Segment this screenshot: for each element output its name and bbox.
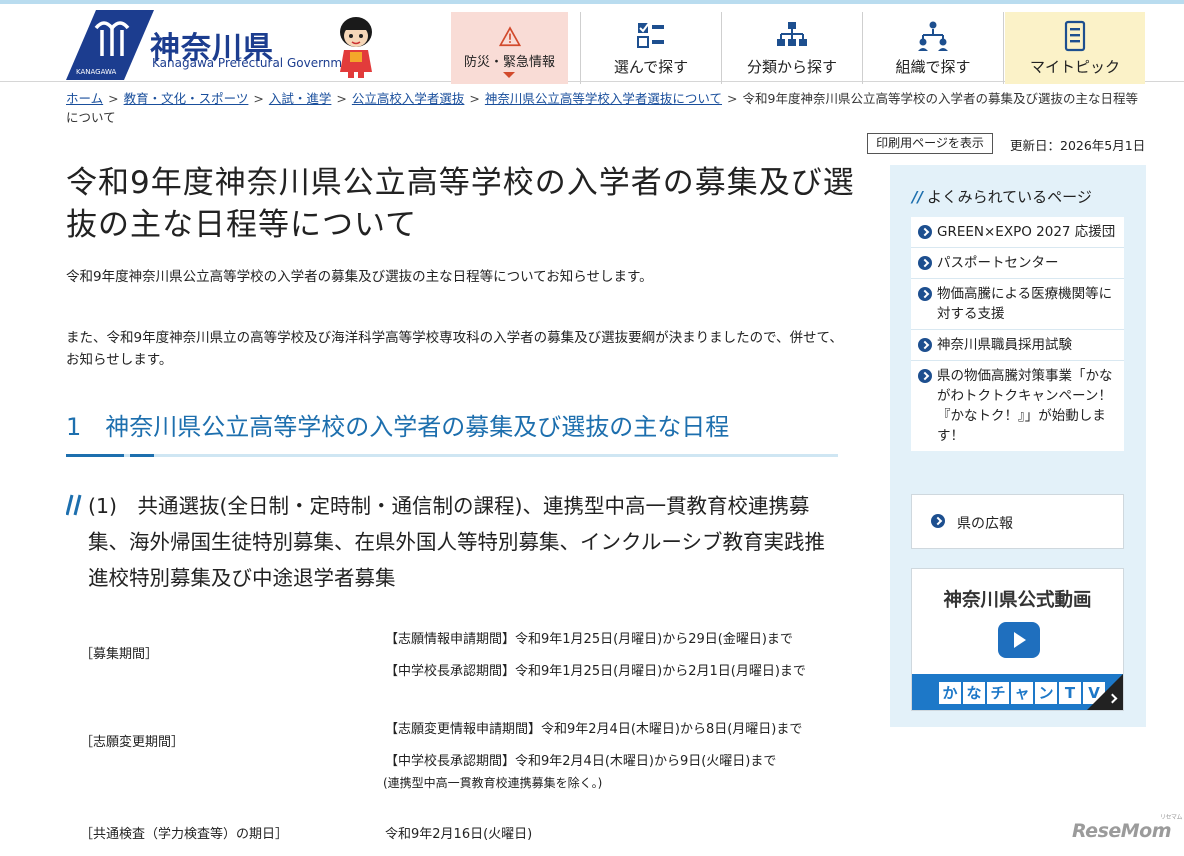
mascot-icon [340, 17, 372, 78]
popular-item-medical-support[interactable]: 物価高騰による医療機関等に対する支援 [911, 279, 1124, 330]
tv-logo-char: チ [987, 682, 1009, 704]
nav-organization-label: 組織で探す [895, 57, 971, 76]
double-slash-icon: // [912, 188, 923, 206]
breadcrumb-link-kanagawa-hs-selection[interactable]: 神奈川県公立高等学校入学者選抜について [485, 91, 722, 106]
logo-en-text: Kanagawa Prefectural Government [152, 56, 362, 70]
section-heading-underline [66, 454, 838, 457]
breadcrumb: ホーム > 教育・文化・スポーツ > 入試・進学 > 公立高校入学者選抜 > 神奈川県公立高等学… [66, 91, 1138, 125]
schedule-value-application-1: 【志願情報申請期間】令和9年1月25日(月曜日)から29日(金曜日)まで [385, 632, 793, 647]
lead-paragraph-1: 令和9年度神奈川県公立高等学校の入学者の募集及び選抜の主な日程等についてお知らせ… [66, 269, 653, 285]
play-button-icon [998, 622, 1040, 658]
pr-magazine-label: 県の広報 [957, 516, 1013, 532]
chevron-circle-icon [918, 369, 932, 383]
site-header: KANAGAWA 神奈川県 Kanagawa Prefectural Gover… [0, 0, 1184, 84]
nav-my-topic[interactable]: マイトピック [1005, 12, 1145, 84]
pr-magazine-link[interactable]: 県の広報 [911, 494, 1124, 549]
popular-pages-heading: //よくみられているページ [912, 186, 1092, 207]
breadcrumb-link-education[interactable]: 教育・文化・スポーツ [124, 91, 249, 106]
official-video-banner[interactable]: 神奈川県公式動画 か な チ ャ ン T V [911, 568, 1124, 711]
breadcrumb-link-entrance-exam[interactable]: 入試・進学 [269, 91, 332, 106]
schedule-value-change-2: 【中学校長承認期間】令和9年2月4日(木曜日)から9日(火曜日)まで [385, 754, 777, 769]
dropdown-arrow-icon [503, 72, 515, 78]
warning-icon [498, 26, 521, 47]
schedule-note-change: (連携型中高一貫教育校連携募集を除く。) [383, 776, 603, 790]
popular-item-label: 神奈川県職員採用試験 [937, 337, 1072, 353]
popular-item-kanatoku[interactable]: 県の物価高騰対策事業「かながわトクトクキャンペーン！『かなトク！』」が始動します… [911, 361, 1124, 451]
section-heading-1: 1 神奈川県公立高等学校の入学者の募集及び選抜の主な日程 [66, 409, 838, 457]
chevron-circle-icon [931, 514, 945, 528]
popular-pages-heading-text: よくみられているページ [926, 188, 1092, 206]
nav-category-label: 分類から探す [746, 57, 837, 76]
bookmark-list-icon [1064, 20, 1086, 51]
popular-item-label: GREEN×EXPO 2027 応援団 [937, 224, 1116, 240]
nav-disaster-info[interactable]: 防災・緊急情報 [451, 12, 568, 84]
schedule-label-change: ［志願変更期間］ [80, 735, 185, 750]
tv-logo-char: か [939, 682, 961, 704]
chevron-circle-icon [918, 287, 932, 301]
popular-item-label: 物価高騰による医療機関等に対する支援 [937, 286, 1113, 322]
print-page-button[interactable]: 印刷用ページを表示 [867, 133, 993, 154]
tv-logo-char: T [1059, 682, 1081, 704]
popular-item-passport[interactable]: パスポートセンター [911, 248, 1124, 279]
nav-my-topic-label: マイトピック [1029, 57, 1120, 76]
schedule-label-exam-date: ［共通検査（学力検査等）の期日］ [80, 827, 289, 842]
chevron-circle-icon [918, 256, 932, 270]
organization-icon [918, 21, 948, 51]
tv-logo-char: な [963, 682, 985, 704]
subsection-heading-1-text: (1) 共通選抜(全日制・定時制・通信制の課程)、連携型中高一貫教育校連携募集、… [88, 494, 825, 590]
category-tree-icon [777, 21, 807, 46]
popular-item-green-expo[interactable]: GREEN×EXPO 2027 応援団 [911, 217, 1124, 248]
page-title: 令和9年度神奈川県公立高等学校の入学者の募集及び選抜の主な日程等について [66, 165, 855, 243]
lead-paragraph-2: また、令和9年度神奈川県立の高等学校及び海洋科学高等学校専攻科の入学者の募集及び… [66, 330, 843, 368]
logo-mark-text: KANAGAWA [76, 68, 117, 76]
nav-select-label: 選んで探す [613, 57, 689, 76]
breadcrumb-link-home[interactable]: ホーム [66, 91, 103, 106]
popular-item-label: パスポートセンター [937, 255, 1059, 271]
schedule-label-application: ［募集期間］ [80, 647, 159, 662]
nav-disaster-label: 防災・緊急情報 [463, 55, 555, 70]
double-slash-icon [66, 494, 82, 516]
schedule-value-exam-date: 令和9年2月16日(火曜日) [385, 827, 533, 842]
kanachan-tv-logo: か な チ ャ ン T V [939, 682, 1105, 704]
tv-logo-char: ャ [1011, 682, 1033, 704]
nav-select-search[interactable]: 選んで探す [580, 12, 722, 84]
kanagawa-logo-icon: KANAGAWA [66, 10, 154, 80]
watermark-subtext: リセマム [1160, 814, 1183, 821]
breadcrumb-link-public-hs-selection[interactable]: 公立高校入学者選抜 [352, 91, 465, 106]
nav-category-search[interactable]: 分類から探す [722, 12, 863, 84]
popular-item-label: 県の物価高騰対策事業「かながわトクトクキャンペーン！『かなトク！』」が始動します… [937, 368, 1113, 444]
section-heading-1-text: 1 神奈川県公立高等学校の入学者の募集及び選抜の主な日程 [66, 413, 730, 441]
popular-item-staff-exam[interactable]: 神奈川県職員採用試験 [911, 330, 1124, 361]
watermark-text: ReseMom [1072, 820, 1172, 842]
tv-logo-char: ン [1035, 682, 1057, 704]
nav-organization-search[interactable]: 組織で探す [863, 12, 1004, 84]
official-video-title: 神奈川県公式動画 [943, 590, 1092, 611]
resemom-watermark: ReseMom リセマム [1072, 814, 1183, 842]
site-logo[interactable]: KANAGAWA 神奈川県 Kanagawa Prefectural Gover… [66, 10, 362, 80]
schedule-value-application-2: 【中学校長承認期間】令和9年1月25日(月曜日)から2月1日(月曜日)まで [385, 664, 806, 679]
kanachan-tv-band: か な チ ャ ン T V [912, 674, 1123, 710]
checklist-icon [637, 21, 664, 48]
popular-pages-list: GREEN×EXPO 2027 応援団 パスポートセンター 物価高騰による医療機… [911, 217, 1124, 451]
chevron-circle-icon [918, 225, 932, 239]
schedule-value-change-1: 【志願変更情報申請期間】令和9年2月4日(木曜日)から8日(月曜日)まで [385, 722, 803, 737]
updated-date: 更新日：2026年5月1日 [1010, 138, 1146, 153]
subsection-heading-1: (1) 共通選抜(全日制・定時制・通信制の課程)、連携型中高一貫教育校連携募集、… [66, 488, 836, 596]
chevron-circle-icon [918, 338, 932, 352]
